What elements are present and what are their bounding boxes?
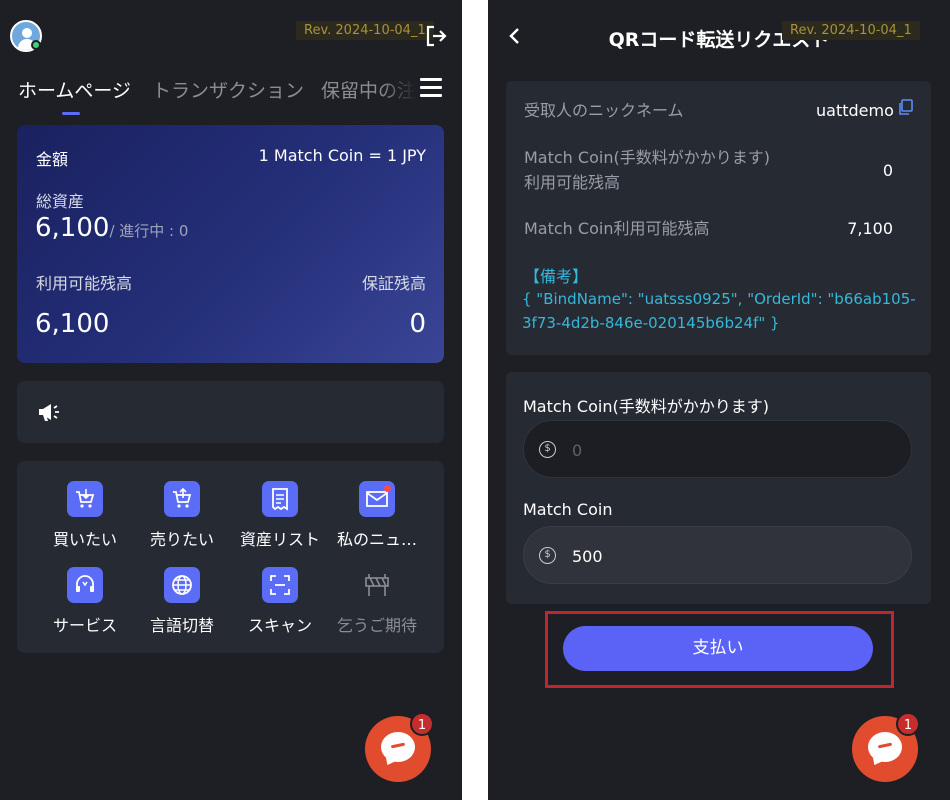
revision-label: Rev. 2024-10-04_1 [782,21,920,40]
grid-label: 言語切替 [149,616,214,635]
megaphone-icon [39,404,59,421]
balance-label: Match Coin利用可能残高 [524,219,710,238]
home-screen: Rev. 2024-10-04_1 ホームページ トランザクション 保留中の注 … [0,0,462,800]
globe-icon [164,567,200,603]
recipient-info-card: 受取人のニックネーム uattdemo Match Coin(手数料がかかります… [506,81,931,355]
online-status-dot [31,40,41,50]
payment-form: Match Coin(手数料がかかります) $ Match Coin $ [506,372,931,604]
balance-value: 7,100 [847,219,893,238]
tab-active-indicator [62,112,80,115]
fee-balance-value: 0 [882,161,893,180]
feature-grid: 買いたい 売りたい 資産リスト 私のニュ… サービス 言語切替 スキャン 乞うご… [17,461,444,653]
exchange-rate: 1 Match Coin = 1 JPY [258,146,426,165]
available-balance-value: 6,100 [35,309,110,339]
deposit-balance-label: 保証残高 [361,274,426,293]
coin-icon: $ [539,547,556,564]
deposit-balance-value: 0 [409,309,426,339]
grid-label: 私のニュ… [336,530,417,549]
grid-label: 売りたい [149,530,214,549]
fee-coin-label: Match Coin(手数料がかかります) [523,397,769,416]
tab-fade [380,72,416,106]
in-progress-text: / 進行中 : 0 [109,222,189,240]
grid-item-asset-list[interactable]: 資産リスト [231,481,329,561]
remark-title: 【備考】 [524,267,589,286]
tab-transactions[interactable]: トランザクション [152,76,304,103]
unread-dot [384,485,391,492]
receipt-icon [262,481,298,517]
grid-item-language[interactable]: 言語切替 [133,567,231,647]
grid-item-service[interactable]: サービス [36,567,134,647]
remark-body: { "BindName": "uatsss0925", "OrderId": "… [522,290,916,332]
total-assets: 6,100/ 進行中 : 0 [35,213,188,243]
coin-label: Match Coin [523,500,613,519]
home-tabs: ホームページ トランザクション 保留中の注 [0,72,462,122]
recipient-value: uattdemo [816,101,894,120]
menu-icon[interactable] [420,78,442,98]
grid-item-scan[interactable]: スキャン [231,567,329,647]
cart-up-icon [164,481,200,517]
grid-label: 資産リスト [239,530,320,549]
coin-field[interactable]: $ [523,526,912,584]
fee-coin-field[interactable]: $ [523,420,912,478]
total-assets-label: 総資産 [36,192,85,211]
mail-icon [359,481,395,517]
grid-label: スキャン [247,616,312,635]
tab-home[interactable]: ホームページ [18,76,131,103]
copy-icon[interactable] [897,99,913,115]
coin-icon: $ [539,441,556,458]
announcement-bar[interactable] [17,381,444,443]
grid-label: 乞うご期待 [336,616,417,635]
qr-transfer-screen: QRコード転送リクエスト Rev. 2024-10-04_1 受取人のニックネー… [488,0,950,800]
barrier-icon [359,567,395,603]
grid-item-news[interactable]: 私のニュ… [328,481,426,561]
balance-card: 金額 1 Match Coin = 1 JPY 総資産 6,100/ 進行中 :… [17,125,444,363]
amount-label: 金額 [36,150,69,169]
grid-item-sell[interactable]: 売りたい [133,481,231,561]
grid-item-buy[interactable]: 買いたい [36,481,134,561]
grid-label: サービス [52,616,117,635]
scan-icon [262,567,298,603]
coin-input[interactable] [572,541,892,571]
logout-icon[interactable] [424,24,448,48]
fee-coin-input[interactable] [572,435,892,465]
headset-icon [67,567,103,603]
chat-badge: 1 [410,712,434,736]
available-balance-label: 利用可能残高 [36,274,133,293]
fee-balance-label: Match Coin(手数料がかかります)利用可能残高 [524,148,770,192]
chat-badge: 1 [896,712,920,736]
revision-label: Rev. 2024-10-04_1 [296,21,434,40]
recipient-label: 受取人のニックネーム [524,101,684,120]
total-assets-value: 6,100 [35,213,110,243]
cart-down-icon [67,481,103,517]
grid-item-coming-soon: 乞うご期待 [328,567,426,647]
grid-label: 買いたい [52,530,117,549]
pay-button[interactable]: 支払い [563,626,873,671]
